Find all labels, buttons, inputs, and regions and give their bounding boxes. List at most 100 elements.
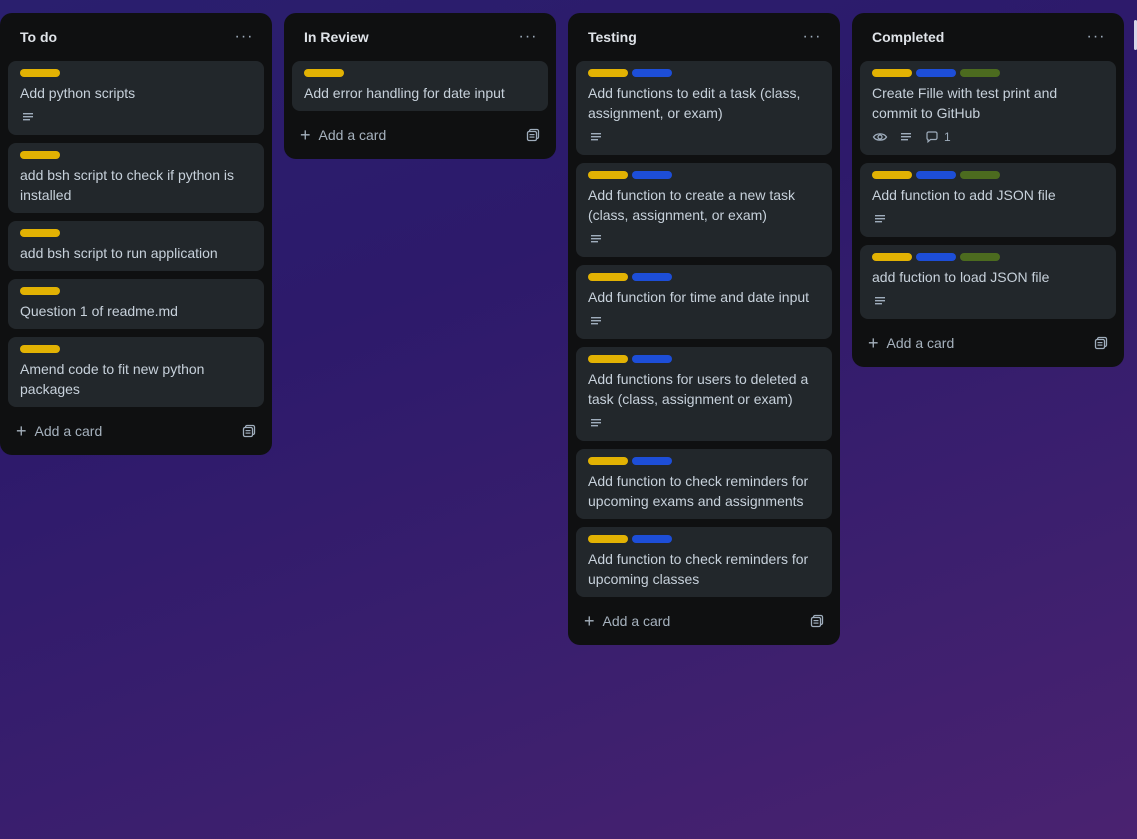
label-yellow[interactable] [872,171,912,179]
card-title: Question 1 of readme.md [20,303,178,319]
label-blue[interactable] [916,171,956,179]
card-badges: 1 [872,127,1104,147]
list-menu-button[interactable]: ··· [796,21,828,53]
card[interactable]: add bsh script to check if python is ins… [8,143,264,213]
label-yellow[interactable] [588,457,628,465]
card-title: Add functions to edit a task (class, ass… [588,85,801,121]
card[interactable]: add bsh script to run application [8,221,264,271]
card[interactable]: Add function to add JSON file [860,163,1116,237]
card[interactable]: Question 1 of readme.md [8,279,264,329]
card-labels [304,69,536,77]
description-icon [588,231,604,247]
add-card-label: Add a card [886,335,955,351]
label-blue[interactable] [916,253,956,261]
label-yellow[interactable] [20,287,60,295]
card-list: Add python scripts add bsh script to che… [8,61,264,407]
list-menu-button[interactable]: ··· [1080,21,1112,53]
card[interactable]: Add function for time and date input [576,265,832,339]
card[interactable]: Add function to check reminders for upco… [576,527,832,597]
label-yellow[interactable] [20,151,60,159]
card[interactable]: Add functions for users to deleted a tas… [576,347,832,441]
label-blue[interactable] [632,355,672,363]
list-menu-button[interactable]: ··· [512,21,544,53]
label-yellow[interactable] [20,69,60,77]
card-template-icon[interactable] [242,424,256,438]
label-yellow[interactable] [588,355,628,363]
card-title: Add functions for users to deleted a tas… [588,371,809,407]
add-card-label-group: + Add a card [584,612,670,630]
card-labels [20,287,252,295]
list-header: In Review ··· [292,13,548,61]
label-yellow[interactable] [588,69,628,77]
label-blue[interactable] [632,171,672,179]
card-badges [872,209,1104,229]
card-title: add bsh script to run application [20,245,218,261]
list-title[interactable]: In Review [304,29,369,45]
add-card-button[interactable]: + Add a card [576,605,832,637]
eye-icon [872,129,888,145]
card[interactable]: Add functions to edit a task (class, ass… [576,61,832,155]
description-icon [588,129,604,145]
card-labels [588,171,820,179]
plus-icon: + [16,421,27,441]
label-green[interactable] [960,171,1000,179]
label-yellow[interactable] [872,69,912,77]
label-yellow[interactable] [20,229,60,237]
card-labels [20,69,252,77]
description-icon [872,211,888,227]
plus-icon: + [300,125,311,145]
card-labels [872,253,1104,261]
add-card-button[interactable]: + Add a card [292,119,548,151]
card-template-icon[interactable] [1094,336,1108,350]
card-badges [588,311,820,331]
label-yellow[interactable] [588,535,628,543]
add-card-label: Add a card [34,423,103,439]
card-list: Add functions to edit a task (class, ass… [576,61,832,597]
label-blue[interactable] [632,535,672,543]
label-yellow[interactable] [20,345,60,353]
label-yellow[interactable] [588,273,628,281]
card-labels [872,69,1104,77]
card[interactable]: Add python scripts [8,61,264,135]
card[interactable]: Amend code to fit new python packages [8,337,264,407]
label-blue[interactable] [916,69,956,77]
card-title: Add function to check reminders for upco… [588,473,809,509]
card-labels [588,355,820,363]
card-title: Add function to add JSON file [872,187,1056,203]
add-card-label-group: + Add a card [16,422,102,440]
add-card-label-group: + Add a card [300,126,386,144]
card-title: add fuction to load JSON file [872,269,1050,285]
label-blue[interactable] [632,69,672,77]
list-to-do: To do ··· Add python scripts add bsh scr… [0,13,272,455]
card-labels [588,273,820,281]
list-title[interactable]: To do [20,29,57,45]
card-list: Add error handling for date input [292,61,548,111]
label-blue[interactable] [632,273,672,281]
list-header: To do ··· [8,13,264,61]
label-yellow[interactable] [872,253,912,261]
label-blue[interactable] [632,457,672,465]
card-title: Add function for time and date input [588,289,810,305]
card-badges [588,127,820,147]
card[interactable]: Create Fille with test print and commit … [860,61,1116,155]
card-title: Add error handling for date input [304,85,505,101]
card[interactable]: Add error handling for date input [292,61,548,111]
list-in-review: In Review ··· Add error handling for dat… [284,13,556,159]
list-title[interactable]: Testing [588,29,637,45]
card[interactable]: add fuction to load JSON file [860,245,1116,319]
label-yellow[interactable] [304,69,344,77]
label-green[interactable] [960,69,1000,77]
list-header: Testing ··· [576,13,832,61]
label-yellow[interactable] [588,171,628,179]
card-labels [872,171,1104,179]
card-list: Create Fille with test print and commit … [860,61,1116,319]
card-template-icon[interactable] [526,128,540,142]
list-title[interactable]: Completed [872,29,944,45]
card-template-icon[interactable] [810,614,824,628]
card[interactable]: Add function to check reminders for upco… [576,449,832,519]
label-green[interactable] [960,253,1000,261]
add-card-button[interactable]: + Add a card [8,415,264,447]
card[interactable]: Add function to create a new task (class… [576,163,832,257]
add-card-button[interactable]: + Add a card [860,327,1116,359]
list-menu-button[interactable]: ··· [228,21,260,53]
